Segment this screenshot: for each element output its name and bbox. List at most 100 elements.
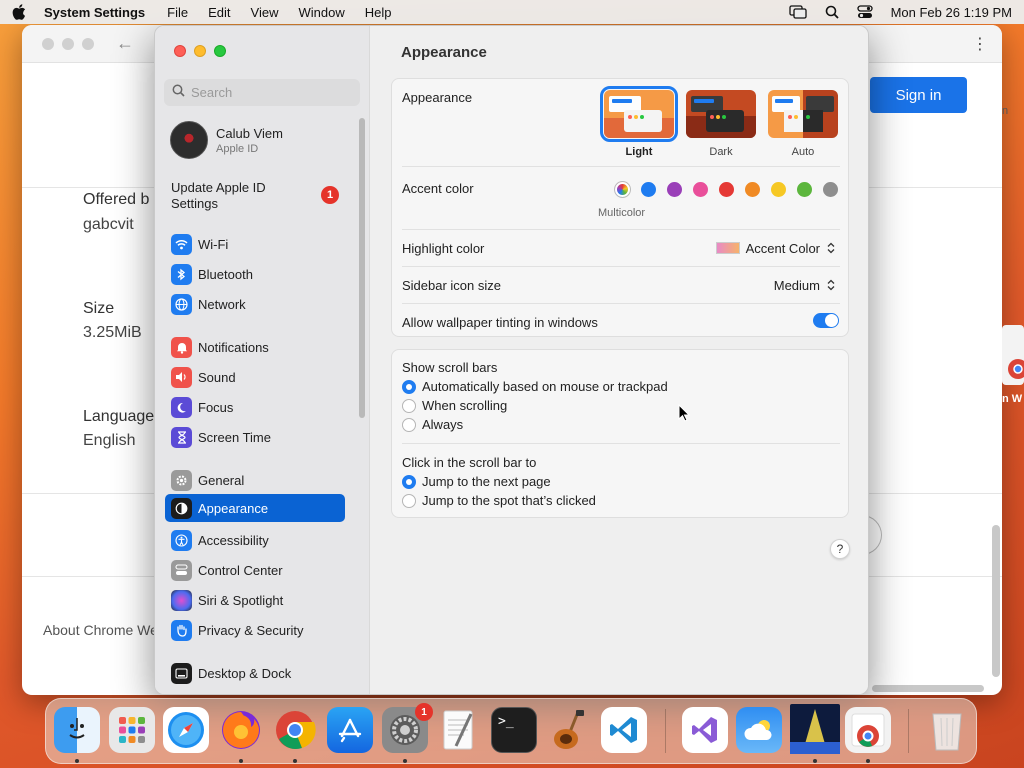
close-window-button[interactable] [174,45,186,57]
sidebar-item-sound[interactable]: Sound [165,363,345,391]
minimize-window-button[interactable] [194,45,206,57]
accent-purple-swatch[interactable] [667,182,682,197]
chrome-close-button[interactable] [42,38,54,50]
sidebar-item-bluetooth[interactable]: Bluetooth [165,260,345,288]
radio-button[interactable] [402,474,416,489]
about-chrome-link[interactable]: About Chrome We [43,622,158,638]
menu-clock[interactable]: Mon Feb 26 1:19 PM [891,5,1012,20]
launchpad-icon[interactable] [109,707,155,753]
sidebar-item-label: Focus [198,399,234,415]
sidebar-item-notifications[interactable]: Notifications [165,333,345,361]
apple-menu-icon[interactable] [12,4,26,20]
terminal-icon[interactable]: >_ [491,707,537,753]
sign-in-button[interactable]: Sign in [870,77,967,113]
menu-window[interactable]: Window [298,5,344,20]
language-value: English [83,432,136,449]
menu-app-name[interactable]: System Settings [44,5,145,20]
sidebar-item-privacy-security[interactable]: Privacy & Security [165,616,345,644]
menu-help[interactable]: Help [365,5,392,20]
instruments-icon[interactable] [545,707,591,753]
sidebar-icon-size-popup[interactable]: Medium [774,277,836,293]
radio-label: When scrolling [422,398,508,413]
safari-icon[interactable] [163,707,209,753]
sidebar-item-focus[interactable]: Focus [165,393,345,421]
sidebar-item-label: Siri & Spotlight [198,592,284,608]
radio-button[interactable] [402,398,416,413]
search-input[interactable] [191,85,351,100]
image-icon[interactable] [790,704,840,754]
accent-green-swatch[interactable] [797,182,812,197]
scroll-when-scrolling-option[interactable]: When scrolling [402,398,507,413]
sidebar-item-desktop-dock[interactable]: Desktop & Dock [165,659,345,687]
background-window-peek: n W [1002,325,1024,415]
radio-button[interactable] [402,379,416,394]
accent-graphite-swatch[interactable] [823,182,838,197]
appearance-auto-option[interactable] [768,90,838,138]
accent-orange-swatch[interactable] [745,182,760,197]
radio-button[interactable] [402,493,416,508]
sidebar-item-wifi[interactable]: Wi-Fi [165,230,345,258]
sidebar-item-label: Desktop & Dock [198,665,292,681]
hand-icon [171,619,192,641]
vscode-icon[interactable] [601,707,647,753]
wallpaper-tinting-toggle[interactable] [813,313,839,328]
chrome-icon[interactable] [272,707,318,753]
sidebar-item-general[interactable]: General [165,466,345,494]
radio-button[interactable] [402,417,416,432]
scroll-always-option[interactable]: Always [402,417,463,432]
screen-mirroring-icon[interactable] [788,5,807,19]
back-arrow-icon[interactable]: ← [116,33,134,54]
weather-icon[interactable] [736,707,782,753]
chrome-minimize-button[interactable] [62,38,74,50]
sidebar-item-label: General [198,472,245,488]
update-apple-id-item[interactable]: Update Apple ID Settings [171,180,311,212]
help-button[interactable]: ? [830,539,850,559]
sidebar-item-label: Screen Time [198,429,271,445]
sidebar-item-label: Network [198,296,246,312]
avatar [170,121,208,159]
accent-multicolor-swatch[interactable] [615,182,630,197]
chrome-vertical-scrollbar[interactable] [992,525,1000,677]
app-store-icon[interactable] [327,707,373,753]
sidebar-icon-size-label: Sidebar icon size [402,278,501,293]
menu-view[interactable]: View [251,5,279,20]
finder-icon[interactable] [54,707,100,753]
chrome-zoom-button[interactable] [82,38,94,50]
sidebar-item-appearance[interactable]: Appearance [165,494,345,522]
highlight-color-popup[interactable]: Accent Color [715,240,836,256]
sidebar-scrollbar[interactable] [359,118,365,418]
accent-red-swatch[interactable] [719,182,734,197]
sidebar-item-accessibility[interactable]: Accessibility [165,526,345,554]
appearance-light-option[interactable] [600,86,678,142]
sidebar-item-screen-time[interactable]: Screen Time [165,423,345,451]
sidebar-search[interactable] [164,79,360,106]
appearance-dark-option[interactable] [686,90,756,138]
menu-edit[interactable]: Edit [208,5,230,20]
more-options-icon[interactable]: ⋮ [972,34,988,54]
sidebar-item-label: Wi-Fi [198,236,229,252]
apple-id-account[interactable]: Calub Viem Apple ID [170,121,283,159]
sidebar-item-siri-spotlight[interactable]: Siri & Spotlight [165,586,345,614]
jump-to-spot-option[interactable]: Jump to the spot that’s clicked [402,493,596,508]
zoom-window-button[interactable] [214,45,226,57]
chrome-installer-icon[interactable] [845,707,891,753]
toggles-icon [171,559,192,581]
icon-size-value: Medium [773,277,820,293]
trash-icon[interactable] [924,707,970,753]
textedit-icon[interactable] [436,707,482,753]
sidebar-item-control-center[interactable]: Control Center [165,556,345,584]
accent-yellow-swatch[interactable] [771,182,786,197]
accent-blue-swatch[interactable] [641,182,656,197]
sidebar-item-network[interactable]: Network [165,290,345,318]
accent-pink-swatch[interactable] [693,182,708,197]
firefox-icon[interactable] [218,707,264,753]
spotlight-search-icon[interactable] [825,5,839,19]
chrome-horizontal-scrollbar[interactable] [872,685,984,692]
scroll-auto-option[interactable]: Automatically based on mouse or trackpad [402,379,668,394]
menu-file[interactable]: File [167,5,188,20]
visual-studio-icon[interactable] [682,707,728,753]
system-settings-window: Calub Viem Apple ID Update Apple ID Sett… [154,25,869,695]
jump-next-page-option[interactable]: Jump to the next page [402,474,551,489]
sidebar-item-label: Sound [198,369,236,385]
control-center-icon[interactable] [856,5,873,19]
